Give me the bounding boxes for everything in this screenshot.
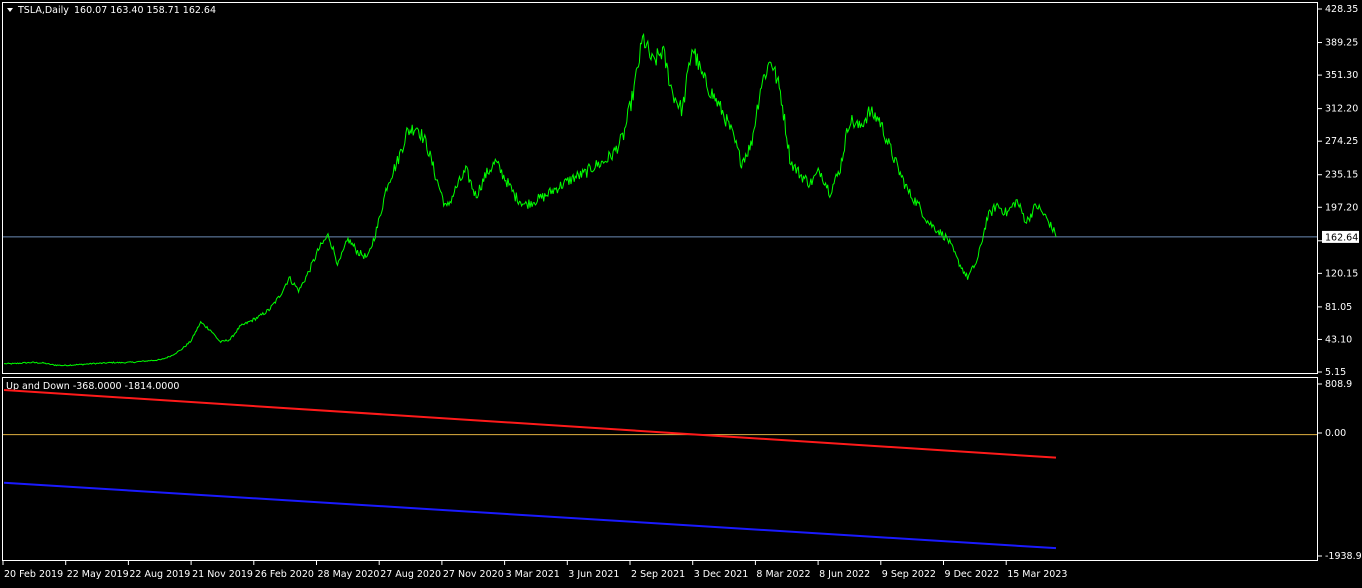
price-axis-label: 235.15 <box>1325 170 1358 181</box>
chart-canvas[interactable]: TSLA,Daily 160.07 163.40 158.71 162.64 4… <box>0 0 1362 584</box>
time-axis-label: 26 Feb 2020 <box>255 569 314 580</box>
triangle-down-icon[interactable] <box>7 8 13 12</box>
price-axis-label: 43.10 <box>1325 334 1352 345</box>
time-axis-label: 22 May 2019 <box>67 569 129 580</box>
indicator-y-zero-label: 0.00 <box>1325 428 1346 439</box>
up-series-line <box>3 389 1057 459</box>
main-pane-frame <box>2 2 1318 374</box>
time-axis-label: 22 Aug 2019 <box>129 569 190 580</box>
indicator-header: Up and Down -368.0000 -1814.0000 <box>6 381 179 392</box>
time-axis-label: 3 Jun 2021 <box>568 569 619 580</box>
time-axis-label: 27 Nov 2020 <box>443 569 504 580</box>
price-axis-label: 81.05 <box>1325 302 1352 313</box>
time-axis-label: 15 Mar 2023 <box>1007 569 1067 580</box>
indicator-y-bottom-label: -1938.9 <box>1325 551 1362 562</box>
price-axis-label: 5.15 <box>1325 367 1346 378</box>
price-axis-label: 351.30 <box>1325 70 1358 81</box>
chart-window[interactable]: TSLA,Daily 160.07 163.40 158.71 162.64 4… <box>0 0 1362 584</box>
price-axis-label: 120.15 <box>1325 268 1358 279</box>
price-axis-label: 274.25 <box>1325 136 1358 147</box>
price-series-line <box>3 32 1057 367</box>
time-axis: 20 Feb 2019 22 May 2019 22 Aug 2019 21 Nov … <box>2 561 1067 580</box>
last-price-label: 162.64 <box>1325 232 1358 243</box>
time-axis-label: 2 Sep 2021 <box>631 569 685 580</box>
indicator-pane-frame <box>2 377 1318 561</box>
time-axis-label: 28 May 2020 <box>318 569 380 580</box>
price-axis-label: 389.25 <box>1325 38 1358 49</box>
price-axis-label: 312.20 <box>1325 104 1358 115</box>
time-axis-label: 20 Feb 2019 <box>4 569 63 580</box>
time-axis-label: 3 Dec 2021 <box>694 569 749 580</box>
time-axis-label: 27 Aug 2020 <box>380 569 441 580</box>
down-series-line <box>3 481 1057 550</box>
symbol-label: TSLA,Daily <box>17 5 69 16</box>
time-axis-label: 8 Jun 2022 <box>819 569 870 580</box>
indicator-y-top-label: 808.9 <box>1325 379 1352 390</box>
time-axis-label: 3 Mar 2021 <box>506 569 560 580</box>
price-axis: 428.35 389.25 351.30 312.20 274.25 235.15 197.… <box>1318 4 1358 378</box>
price-axis-label: 428.35 <box>1325 4 1358 15</box>
price-axis-label: 197.20 <box>1325 202 1358 213</box>
ohlc-values: 160.07 163.40 158.71 162.64 <box>74 5 216 16</box>
time-axis-label: 21 Nov 2019 <box>192 569 253 580</box>
time-axis-label: 9 Dec 2022 <box>945 569 1000 580</box>
time-axis-label: 8 Mar 2022 <box>756 569 810 580</box>
time-axis-label: 9 Sep 2022 <box>882 569 936 580</box>
